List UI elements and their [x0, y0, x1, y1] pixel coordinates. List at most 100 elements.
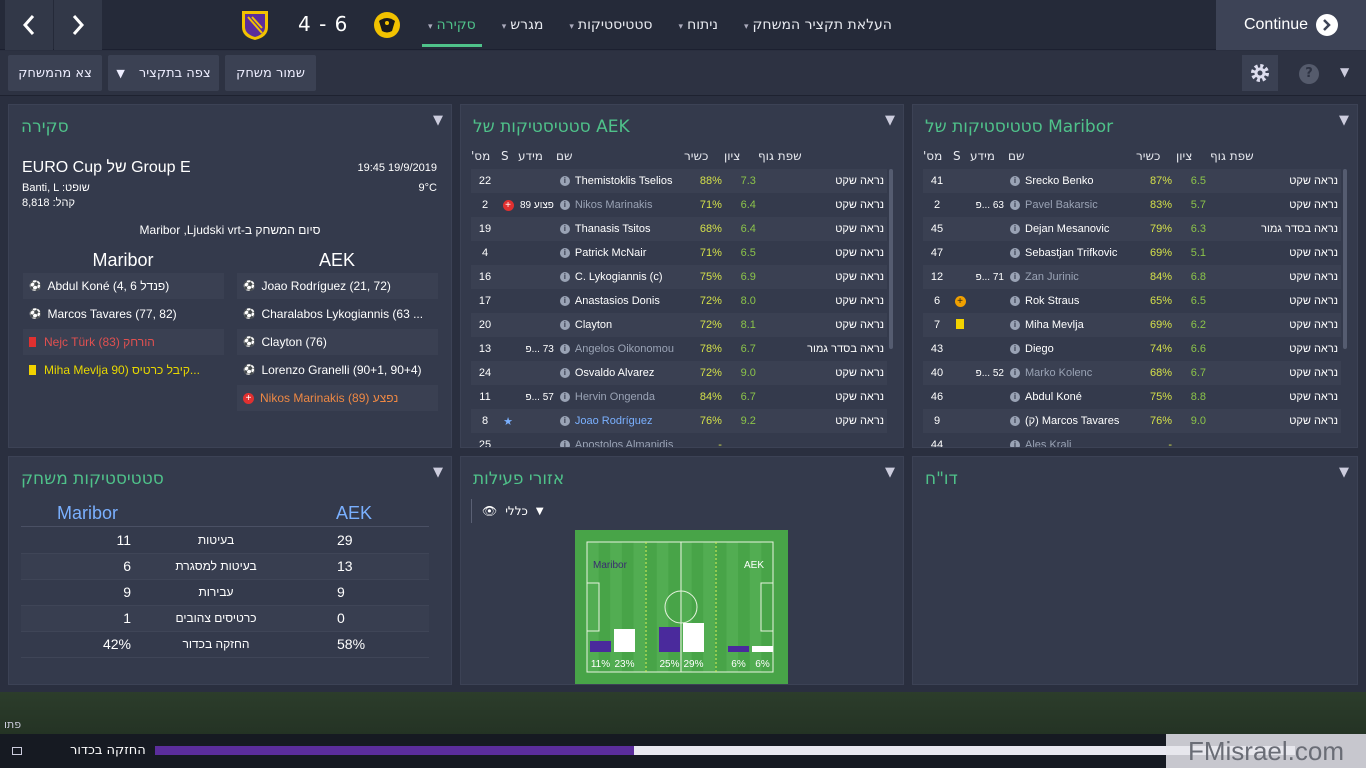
player-name-cell[interactable]: i Joao Rodríguez [557, 409, 685, 433]
info-icon[interactable]: i [1010, 344, 1020, 355]
table-row[interactable]: 9 i (ק) Marcos Tavares 76% 9.0 נראה שקט [923, 409, 1341, 433]
player-name-cell[interactable]: i Nikos Marinakis [557, 193, 685, 217]
info-icon[interactable]: i [559, 296, 570, 307]
tab-upload-highlights[interactable]: העלאת תקציר המשחק▾ [742, 0, 894, 50]
col-s-header[interactable]: S [953, 149, 961, 163]
info-icon[interactable]: i [1010, 320, 1020, 331]
table-row[interactable]: 20 i Clayton 72% 8.1 נראה שקט [471, 313, 887, 337]
table-row[interactable]: 2 + פצוע 89 i Nikos Marinakis 71% 6.4 נראה שקט [471, 193, 887, 217]
info-icon[interactable]: i [1010, 224, 1020, 235]
tv-icon[interactable] [12, 747, 22, 755]
player-name-cell[interactable]: i C. Lykogiannis (c) [557, 265, 685, 289]
info-icon[interactable]: i [559, 392, 570, 403]
table-row[interactable]: 6 + i Rok Straus 65% 6.5 נראה שקט [923, 289, 1341, 313]
info-icon[interactable]: i [1010, 416, 1020, 427]
col-body-language-header[interactable]: שפת גוף [758, 149, 802, 163]
info-icon[interactable]: i [1010, 440, 1020, 447]
continue-button[interactable]: Continue [1216, 0, 1366, 50]
col-info-header[interactable]: מידע [518, 149, 543, 163]
table-row[interactable]: 45 i Dejan Mesanovic 79% 6.3 נראה בסדר גמור [923, 217, 1341, 241]
chevron-down-icon[interactable]: ▼ [433, 113, 443, 128]
table-row[interactable]: 12 71 ...פ i Zan Jurinic 84% 6.8 נראה שקט [923, 265, 1341, 289]
col-s-header[interactable]: S [501, 149, 509, 163]
chevron-down-icon[interactable]: ▼ [1339, 113, 1349, 128]
exit-match-button[interactable]: צא מהמשחק [8, 55, 102, 91]
info-icon[interactable]: i [1010, 296, 1020, 307]
scrollbar[interactable] [1343, 169, 1347, 349]
info-icon[interactable]: i [559, 368, 570, 379]
col-number-header[interactable]: מס' [471, 149, 490, 163]
help-icon[interactable]: ? [1299, 64, 1319, 84]
player-name-cell[interactable]: i (ק) Marcos Tavares [1007, 409, 1135, 433]
chevron-down-icon[interactable]: ▼ [885, 113, 895, 128]
player-name-cell[interactable]: i Themistoklis Tselios [557, 169, 685, 193]
table-row[interactable]: 24 i Osvaldo Alvarez 72% 9.0 נראה שקט [471, 361, 887, 385]
info-icon[interactable]: i [1010, 200, 1020, 211]
player-name-cell[interactable]: i Marko Kolenc [1007, 361, 1135, 385]
save-game-button[interactable]: שמור משחק [225, 55, 316, 91]
info-icon[interactable]: i [1010, 272, 1020, 283]
info-icon[interactable]: i [1010, 176, 1020, 187]
player-name-cell[interactable]: i Clayton [557, 313, 685, 337]
col-number-header[interactable]: מס' [923, 149, 942, 163]
player-name-cell[interactable]: i Osvaldo Alvarez [557, 361, 685, 385]
table-row[interactable]: 41 i Srecko Benko 87% 6.5 נראה שקט [923, 169, 1341, 193]
table-row[interactable]: 7 i Miha Mevlja 69% 6.2 נראה שקט [923, 313, 1341, 337]
player-name-cell[interactable]: i Pavel Bakarsic [1007, 193, 1135, 217]
tab-stats[interactable]: סטטיסטיקות▾ [567, 0, 654, 50]
activity-filter-dropdown[interactable]: 👁 כללי ▼ [471, 499, 544, 523]
table-row[interactable]: 44 i Ales Kralj - [923, 433, 1341, 447]
info-icon[interactable]: i [559, 200, 570, 211]
chevron-down-icon[interactable]: ▼ [1340, 65, 1349, 79]
table-row[interactable]: 13 73 ...פ i Angelos Oikonomou 78% 6.7 נראה בס… [471, 337, 887, 361]
player-name-cell[interactable]: i Angelos Oikonomou [557, 337, 685, 361]
col-name-header[interactable]: שם [556, 149, 572, 163]
chevron-down-icon[interactable]: ▼ [885, 465, 895, 480]
player-name-cell[interactable]: i Sebastjan Trifkovic [1007, 241, 1135, 265]
table-row[interactable]: 16 i C. Lykogiannis (c) 75% 6.9 נראה שקט [471, 265, 887, 289]
player-name-cell[interactable]: i Anastasios Donis [557, 289, 685, 313]
info-icon[interactable]: i [559, 272, 570, 283]
tab-pitch[interactable]: מגרש▾ [500, 0, 546, 50]
scrollbar[interactable] [889, 169, 893, 349]
info-icon[interactable]: i [1010, 248, 1020, 259]
col-fitness-header[interactable]: כשיר [684, 149, 708, 163]
table-row[interactable]: 8 ★ i Joao Rodríguez 76% 9.2 נראה שקט [471, 409, 887, 433]
table-row[interactable]: 11 57 ...פ i Hervin Ongenda 84% 6.7 נראה שקט [471, 385, 887, 409]
forward-button[interactable] [54, 0, 102, 50]
col-rating-header[interactable]: ציון [724, 149, 740, 163]
col-name-header[interactable]: שם [1008, 149, 1024, 163]
table-row[interactable]: 47 i Sebastjan Trifkovic 69% 5.1 נראה שקט [923, 241, 1341, 265]
player-name-cell[interactable]: i Abdul Koné [1007, 385, 1135, 409]
player-name-cell[interactable]: i Patrick McNair [557, 241, 685, 265]
settings-button[interactable] [1242, 55, 1278, 91]
player-name-cell[interactable]: i Diego [1007, 337, 1135, 361]
table-row[interactable]: 19 i Thanasis Tsitos 68% 6.4 נראה שקט [471, 217, 887, 241]
chevron-down-icon[interactable]: ▼ [1339, 465, 1349, 480]
col-body-language-header[interactable]: שפת גוף [1210, 149, 1254, 163]
player-name-cell[interactable]: i Apostolos Almanidis [557, 433, 685, 447]
player-name-cell[interactable]: i Thanasis Tsitos [557, 217, 685, 241]
tab-overview[interactable]: סקירה▾ [422, 0, 482, 50]
player-name-cell[interactable]: i Srecko Benko [1007, 169, 1135, 193]
info-icon[interactable]: i [1010, 392, 1020, 403]
table-row[interactable]: 25 i Apostolos Almanidis - [471, 433, 887, 447]
watch-highlights-button[interactable]: צפה בתקציר ▼ [108, 55, 219, 91]
player-name-cell[interactable]: i Hervin Ongenda [557, 385, 685, 409]
table-row[interactable]: 22 i Themistoklis Tselios 88% 7.3 נראה שקט [471, 169, 887, 193]
player-name-cell[interactable]: i Miha Mevlja [1007, 313, 1135, 337]
player-name-cell[interactable]: i Rok Straus [1007, 289, 1135, 313]
col-rating-header[interactable]: ציון [1176, 149, 1192, 163]
info-icon[interactable]: i [1010, 368, 1020, 379]
info-icon[interactable]: i [559, 320, 570, 331]
info-icon[interactable]: i [559, 224, 570, 235]
info-icon[interactable]: i [559, 416, 570, 427]
info-icon[interactable]: i [559, 344, 570, 355]
aek-crest-icon[interactable] [372, 9, 402, 41]
table-row[interactable]: 43 i Diego 74% 6.6 נראה שקט [923, 337, 1341, 361]
info-icon[interactable]: i [559, 176, 570, 187]
player-name-cell[interactable]: i Zan Jurinic [1007, 265, 1135, 289]
col-fitness-header[interactable]: כשיר [1136, 149, 1160, 163]
table-row[interactable]: 40 52 ...פ i Marko Kolenc 68% 6.7 נראה שקט [923, 361, 1341, 385]
tab-analysis[interactable]: ניתוח▾ [677, 0, 720, 50]
